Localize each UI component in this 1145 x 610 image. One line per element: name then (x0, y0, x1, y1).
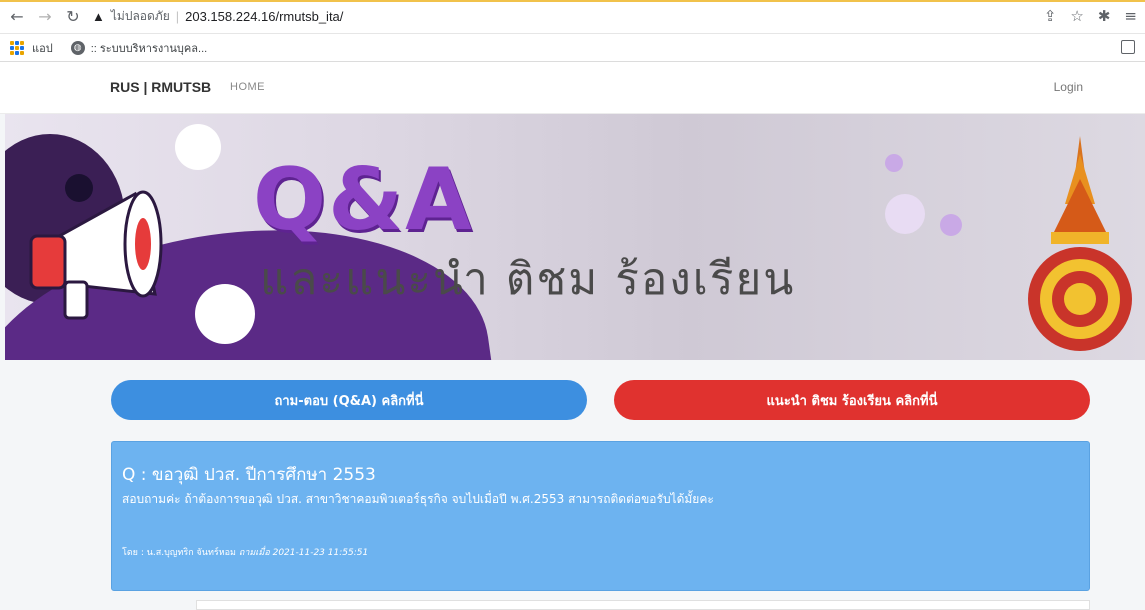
answer-card (196, 600, 1090, 610)
question-body: สอบถามค่ะ ถ้าต้องการขอวุฒิ ปวส. สาขาวิชา… (122, 492, 714, 506)
bookmarks-bar: แอป ◍ :: ระบบบริหารงานบุคล... (0, 34, 1145, 62)
address-bar[interactable]: ▲ ไม่ปลอดภัย | 203.158.224.16/rmutsb_ita… (92, 7, 343, 26)
star-icon[interactable]: ☆ (1070, 7, 1083, 25)
apps-label[interactable]: แอป (32, 39, 53, 57)
bookmark-item[interactable]: ◍ :: ระบบบริหารงานบุคล... (70, 39, 208, 57)
warning-icon[interactable]: ▲ (92, 9, 105, 24)
banner-decor (885, 154, 903, 172)
share-icon[interactable]: ⇪ (1044, 7, 1057, 25)
back-icon[interactable]: ← (6, 6, 28, 28)
question-author: โดย : น.ส.บุญทริก จันทร์หอม (122, 548, 236, 558)
url-text[interactable]: 203.158.224.16/rmutsb_ita/ (185, 9, 343, 24)
banner-decor (175, 124, 221, 170)
question-card[interactable]: Q : ขอวุฒิ ปวส. ปีการศึกษา 2553 สอบถามค่… (111, 441, 1090, 591)
banner-decor (940, 214, 962, 236)
megaphone-icon (29, 190, 163, 320)
banner-decor (885, 194, 925, 234)
qa-banner: Q&A และแนะนำ ติชม ร้องเรียน (5, 114, 1145, 360)
question-title[interactable]: Q : ขอวุฒิ ปวส. ปีการศึกษา 2553 (122, 461, 376, 488)
bookmark-label[interactable]: :: ระบบบริหารงานบุคล... (91, 39, 208, 57)
globe-icon: ◍ (70, 40, 85, 55)
banner-title: Q&A (253, 150, 474, 250)
reload-icon[interactable]: ↻ (62, 6, 84, 28)
insecure-label[interactable]: ไม่ปลอดภัย (111, 7, 170, 26)
url-separator: | (175, 9, 180, 24)
site-navbar: RUS | RMUTSB HOME Login (0, 62, 1145, 114)
all-bookmarks-icon[interactable] (1121, 40, 1135, 54)
forward-icon[interactable]: → (34, 6, 56, 28)
toolbar-right-icons: ⇪ ☆ ✱ ≡ (1044, 7, 1137, 25)
question-timestamp: 2021-11-23 11:55:51 (272, 548, 369, 558)
site-brand[interactable]: RUS | RMUTSB (110, 79, 211, 95)
nav-home-link[interactable]: HOME (230, 81, 265, 93)
university-seal-icon (1028, 136, 1132, 351)
qa-button[interactable]: ถาม-ตอบ (Q&A) คลิกที่นี่ (111, 380, 587, 420)
banner-subtitle: และแนะนำ ติชม ร้องเรียน (260, 254, 796, 305)
question-meta: โดย : น.ส.บุญทริก จันทร์หอม ถามเมื่อ 202… (122, 545, 368, 559)
apps-grid-icon[interactable] (10, 40, 24, 55)
reading-list-icon[interactable]: ≡ (1124, 7, 1137, 25)
extensions-icon[interactable]: ✱ (1098, 7, 1111, 25)
nav-login-link[interactable]: Login (1054, 80, 1083, 94)
browser-toolbar: ← → ↻ ▲ ไม่ปลอดภัย | 203.158.224.16/rmut… (0, 0, 1145, 34)
tab-strip-edge (0, 0, 1145, 2)
complaint-button[interactable]: แนะนำ ติชม ร้องเรียน คลิกที่นี่ (614, 380, 1090, 420)
question-when-label: ถามเมื่อ (238, 548, 270, 558)
